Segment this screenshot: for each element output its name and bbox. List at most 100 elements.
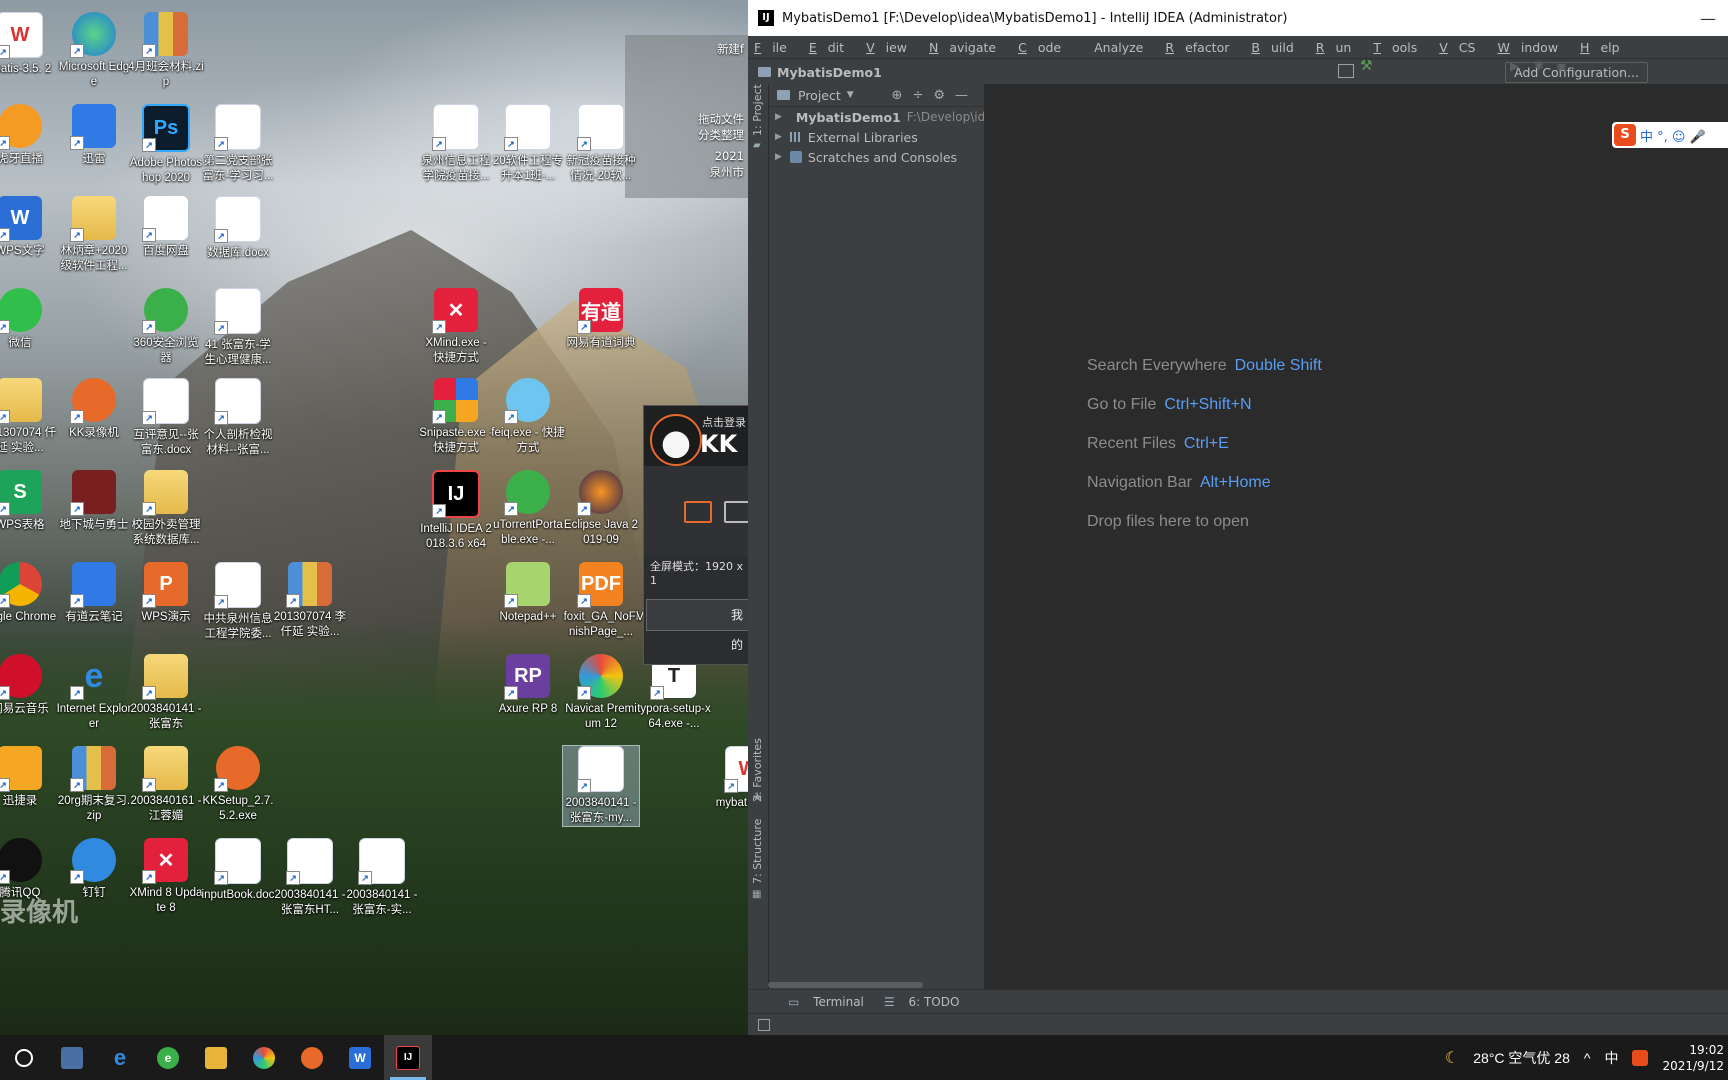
desktop-icon[interactable]: ↗ 迅捷录 — [0, 746, 58, 809]
weather-widget[interactable]: 28°C 空气优 28 — [1473, 1048, 1570, 1068]
desktop-icon[interactable]: ↗ 有道云笔记 — [56, 562, 132, 625]
desktop-icon[interactable]: ↗ 微信 — [0, 288, 58, 351]
kk-login-link[interactable]: 点击登录 — [702, 414, 746, 430]
input-language[interactable]: 中 — [1604, 1048, 1618, 1068]
expand-arrow-icon[interactable]: ▶ — [775, 112, 782, 122]
ime-toolbar[interactable]: S 中 °, ☺ 🎤 — [1612, 122, 1728, 148]
tab-terminal[interactable]: ▭ Terminal — [778, 995, 864, 1009]
editor-empty-area[interactable]: Search Everywhere Double Shift Go to File… — [985, 84, 1728, 989]
desktop-icon[interactable]: ↗ 360安全浏览器 — [128, 288, 204, 366]
desktop-icon[interactable]: ↗ oogle Chrome — [0, 562, 58, 625]
project-structure-icon[interactable] — [1338, 64, 1354, 78]
desktop-icon[interactable]: ↗ 地下城与勇士 — [56, 470, 132, 533]
menu-item[interactable]: Window — [1497, 40, 1569, 55]
desktop-icon[interactable]: Ps ↗ Adobe Photoshop 2020 — [128, 104, 204, 186]
desktop-icon[interactable]: ↗ 迅雷 — [56, 104, 132, 167]
add-configuration-button[interactable]: Add Configuration... — [1505, 61, 1648, 83]
taskbar-app[interactable]: W — [336, 1035, 384, 1080]
desktop-icon[interactable]: ✕ ↗ XMind 8 Update 8 — [128, 838, 204, 916]
desktop-icon[interactable]: ↗ ybatis-3.5. 2 — [0, 12, 58, 77]
collapse-icon[interactable]: ÷ — [912, 88, 933, 103]
tree-item-project[interactable]: ▶ MybatisDemo1 F:\Develop\idea\ — [769, 107, 984, 127]
desktop-icon[interactable]: ↗ Notepad++ — [490, 562, 566, 625]
desktop-icon[interactable]: S ↗ 20软件工程专升本1班-... — [490, 104, 566, 184]
desktop-icon[interactable]: ✕ ↗ XMind.exe - 快捷方式 — [418, 288, 494, 366]
locate-icon[interactable]: ⊕ — [892, 88, 913, 103]
desktop-icon[interactable]: ↗ Snipaste.exe - 快捷方式 — [418, 378, 494, 456]
tab-structure[interactable]: 7: Structure — [751, 819, 764, 884]
desktop-icon[interactable]: ↗ Microsoft Edge — [56, 12, 132, 90]
desktop-icon[interactable]: ↗ inputBook.doc — [200, 838, 276, 903]
desktop-icon[interactable]: ↗ 百度网盘 — [128, 196, 204, 259]
desktop-icon[interactable]: ↗ 第二党支部张富东-学习习... — [200, 104, 276, 184]
tab-todo[interactable]: ☰ 6: TODO — [874, 995, 960, 1009]
desktop-icon[interactable]: ↗ 2003840141 -张富东-my... — [562, 745, 640, 827]
menu-item[interactable]: Code — [1018, 40, 1072, 55]
screen-record-icon[interactable] — [684, 501, 712, 523]
gear-icon[interactable]: ⚙ — [933, 88, 955, 103]
clock[interactable]: 19:02 2021/9/12 — [1662, 1042, 1724, 1074]
search-button[interactable] — [0, 1035, 48, 1080]
taskbar-app[interactable] — [288, 1035, 336, 1080]
desktop-icon[interactable]: ↗ feiq.exe - 快捷方式 — [490, 378, 566, 456]
desktop-icon[interactable]: ↗ 中共泉州信息工程学院委... — [200, 562, 276, 642]
desktop-icon[interactable]: ↗ 网易云音乐 — [0, 654, 58, 717]
menu-item[interactable]: Navigate — [929, 40, 1007, 55]
expand-arrow-icon[interactable]: ▶ — [775, 132, 782, 142]
desktop-icon[interactable]: S ↗ 泉州信息工程学院疫苗接... — [418, 104, 494, 184]
debug-icon[interactable]: ✱ — [1534, 59, 1544, 73]
menu-item[interactable]: Refactor — [1165, 40, 1240, 55]
taskbar-app-intellij[interactable]: IJ — [384, 1035, 432, 1080]
desktop-icon[interactable]: ↗ 2003840141 -张富东-实... — [344, 838, 420, 918]
desktop-icon[interactable]: ↗ Navicat Premium 12 — [563, 654, 639, 732]
desktop-icon[interactable]: T ↗ typora-setup-x64.exe -... — [636, 654, 712, 732]
taskbar-app[interactable]: e — [144, 1035, 192, 1080]
desktop-icon[interactable]: W ↗ WPS文字 — [0, 196, 58, 259]
desktop-icon[interactable]: ↗ 2003840141 -张富东 — [128, 654, 204, 732]
menu-item[interactable]: Tools — [1373, 40, 1428, 55]
menu-item[interactable]: View — [866, 40, 918, 55]
menu-item[interactable]: Help — [1580, 40, 1631, 55]
toggle-tool-windows-icon[interactable] — [758, 1019, 770, 1031]
menu-item[interactable]: Edit — [809, 40, 855, 55]
desktop-icon[interactable]: ↗ 20rg期末复习.zip — [56, 746, 132, 824]
desktop-icon[interactable]: ↗ 虎牙直播 — [0, 104, 58, 167]
desktop-icon[interactable]: ↗ 4月班会材料.zip — [128, 12, 204, 90]
desktop-icon[interactable]: ↗ Eclipse Java 2019-09 — [563, 470, 639, 548]
kk-recorder-window[interactable]: 点击登录 KK录 全屏模式：1920 x 1 我的 — [643, 405, 752, 665]
desktop-icon[interactable]: ↗ 数据库.docx — [200, 196, 276, 261]
kk-my-button[interactable]: 我的 — [646, 599, 749, 652]
menu-item[interactable]: File — [754, 40, 798, 55]
desktop-icon[interactable]: ↗ 201307074 李仟延 实验... — [272, 562, 348, 640]
taskbar-app[interactable] — [48, 1035, 96, 1080]
tree-item-scratches[interactable]: ▶ Scratches and Consoles — [769, 147, 984, 167]
desktop-icon[interactable]: ↗ 互评意见--张富东.docx — [128, 378, 204, 458]
taskbar-app[interactable] — [240, 1035, 288, 1080]
tree-item-external-libraries[interactable]: ▶ External Libraries — [769, 127, 984, 147]
hide-icon[interactable]: — — [955, 88, 978, 103]
sogou-tray-icon[interactable] — [1632, 1049, 1649, 1066]
desktop-icon[interactable]: ↗ 201307074 仟延 实验... — [0, 378, 58, 456]
kk-header[interactable]: 点击登录 KK录 — [644, 406, 749, 492]
menu-item[interactable]: Analyze — [1083, 40, 1154, 55]
desktop-icon[interactable]: ↗ 2003840161 -江蓉媚 — [128, 746, 204, 824]
desktop-icon[interactable]: ↗ 41 张富东-学生心理健康... — [200, 288, 276, 368]
title-bar[interactable]: IJ MybatisDemo1 [F:\Develop\idea\Mybatis… — [748, 0, 1728, 36]
desktop-icon[interactable]: ↗ 林炳章+2020级软件工程... — [56, 196, 132, 274]
desktop-icon[interactable]: e ↗ Internet Explorer — [56, 654, 132, 732]
coverage-icon[interactable]: ▣ — [1556, 59, 1567, 73]
desktop-icon[interactable]: P ↗ WPS演示 — [128, 562, 204, 625]
breadcrumb[interactable]: MybatisDemo1 — [758, 65, 882, 80]
expand-arrow-icon[interactable]: ▶ — [775, 152, 782, 162]
menu-item[interactable]: Build — [1251, 40, 1304, 55]
desktop-icon[interactable]: S ↗ WPS表格 — [0, 470, 58, 533]
desktop-icon[interactable]: ↗ KKSetup_2.7.5.2.exe — [200, 746, 276, 824]
run-icon[interactable]: ▶ — [1510, 59, 1519, 73]
desktop-icon[interactable]: S ↗ 新冠疫苗接种情况-20软... — [563, 104, 639, 184]
desktop-icon[interactable]: ↗ KK录像机 — [56, 378, 132, 441]
minimize-button[interactable]: — — [1700, 9, 1716, 28]
project-view-selector[interactable]: Project — [798, 88, 841, 103]
desktop-icon[interactable]: 有道 ↗ 网易有道词典 — [563, 288, 639, 351]
taskbar-app[interactable]: e — [96, 1035, 144, 1080]
desktop-icon[interactable]: ↗ 校园外卖管理系统数据库... — [128, 470, 204, 548]
